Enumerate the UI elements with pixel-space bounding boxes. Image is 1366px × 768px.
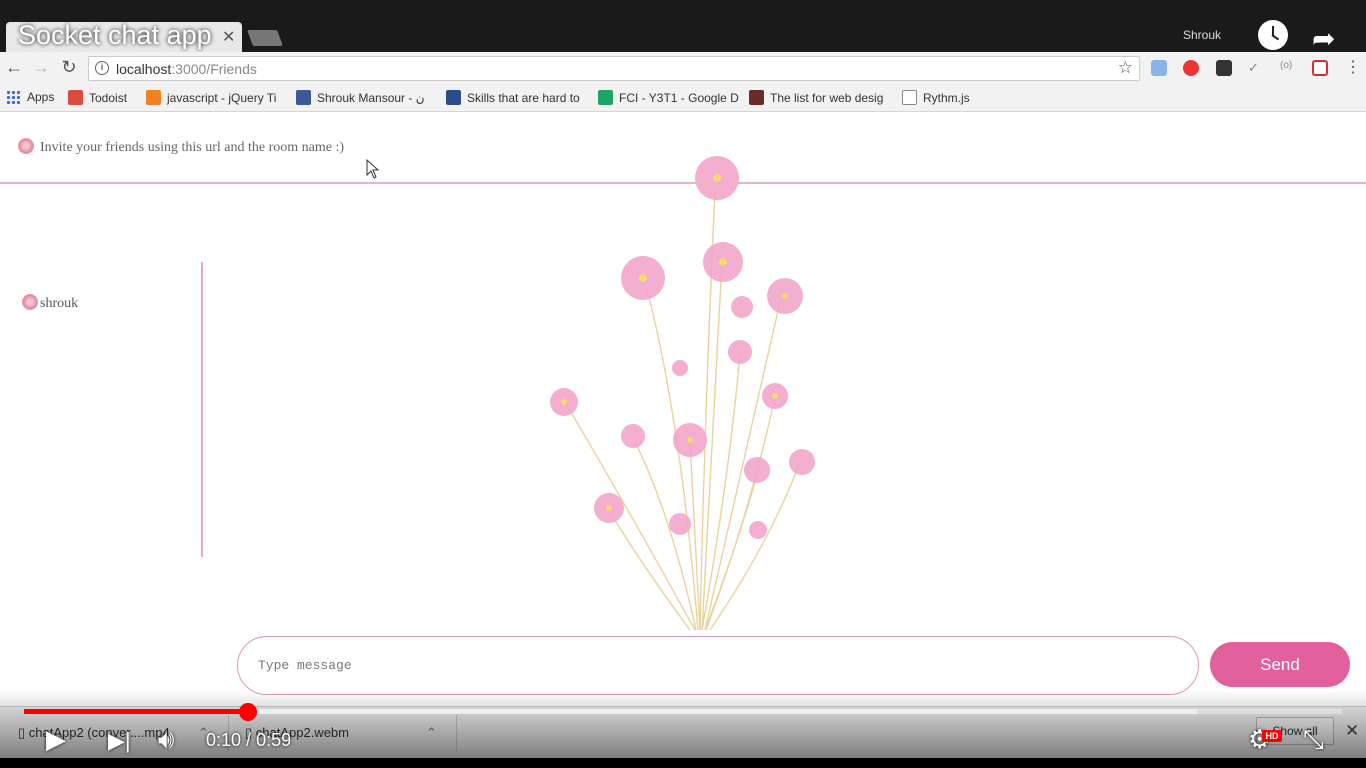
- todoist-icon: [68, 90, 83, 105]
- time-total: 0:59: [256, 730, 292, 750]
- bookmark-label: javascript - jQuery Ti: [167, 91, 277, 105]
- channel-name: Shrouk: [1183, 28, 1222, 42]
- bookmark-label: The list for web desig: [770, 91, 884, 105]
- browser-toolbar: ← → ↻ i localhost:3000/Friends ☆ ✓ (o) ⋮: [0, 52, 1366, 84]
- page-icon: [902, 90, 917, 105]
- watch-later-icon[interactable]: [1258, 20, 1288, 50]
- video-title[interactable]: Socket chat app: [18, 20, 212, 51]
- bookmark-apps[interactable]: Apps: [6, 90, 54, 104]
- flower-icon: [18, 138, 34, 154]
- share-icon[interactable]: ➦: [1312, 22, 1335, 55]
- bookmark-label: Skills that are hard to: [467, 91, 580, 105]
- sidebar-divider: [201, 262, 203, 557]
- bookmark-jquery[interactable]: javascript - jQuery Ti: [146, 90, 276, 105]
- close-icon[interactable]: ✕: [1345, 721, 1359, 741]
- extension-icon[interactable]: [1216, 60, 1232, 76]
- bookmarks-bar: Apps Todoist javascript - jQuery Ti Shro…: [0, 84, 1366, 112]
- file-icon: ▯: [18, 725, 29, 740]
- bi-icon: [446, 90, 461, 105]
- bookmark-label: Shrouk Mansour - ن: [317, 91, 425, 105]
- check-icon[interactable]: ✓: [1248, 60, 1264, 76]
- chat-page: Invite your friends using this url and t…: [0, 112, 1366, 706]
- list-icon: [749, 90, 764, 105]
- bookmark-label: Rythm.js: [923, 91, 970, 105]
- menu-icon[interactable]: ⋮: [1342, 57, 1364, 77]
- address-bar[interactable]: i localhost:3000/Friends ☆: [88, 56, 1140, 81]
- bookmark-skills[interactable]: Skills that are hard to: [446, 90, 580, 105]
- extension-icon[interactable]: [1151, 60, 1167, 76]
- progress-bar[interactable]: [24, 703, 1342, 721]
- separator: [456, 715, 457, 751]
- volume-icon[interactable]: 🔊︎: [158, 724, 174, 756]
- bookmark-rythm[interactable]: Rythm.js: [902, 90, 970, 105]
- send-button[interactable]: Send: [1210, 642, 1350, 687]
- bookmark-star-icon[interactable]: ☆: [1118, 58, 1133, 78]
- invite-text: Invite your friends using this url and t…: [40, 140, 345, 155]
- drive-icon: [598, 90, 613, 105]
- download-item[interactable]: ▯ chatApp2 (conver....mp4: [18, 725, 170, 741]
- next-icon[interactable]: ▶|: [108, 728, 131, 754]
- tab-close-icon[interactable]: ✕: [222, 27, 235, 47]
- back-icon[interactable]: ←: [3, 57, 25, 78]
- timecode: 0:10 / 0:59: [206, 730, 291, 751]
- url-host: localhost: [116, 61, 172, 77]
- mouse-cursor: [366, 159, 380, 179]
- new-tab-button[interactable]: [247, 30, 283, 46]
- bookmark-todoist[interactable]: Todoist: [68, 90, 127, 105]
- user-list-item[interactable]: shrouk: [22, 294, 78, 312]
- bookmark-facebook[interactable]: Shrouk Mansour - ن: [296, 90, 425, 105]
- tab-strip: ✕ Socket chat app Shrouk ➦: [0, 0, 1366, 55]
- info-icon[interactable]: i: [95, 61, 109, 75]
- flower-icon: [22, 294, 38, 310]
- time-current: 0:10: [206, 730, 242, 750]
- forward-icon[interactable]: →: [30, 57, 52, 78]
- scrubber-handle[interactable]: [239, 703, 258, 721]
- facebook-icon: [296, 90, 311, 105]
- bookmark-google-drive[interactable]: FCI - Y3T1 - Google D: [598, 90, 739, 105]
- bookmark-label: FCI - Y3T1 - Google D: [619, 91, 739, 105]
- apps-icon: [6, 90, 20, 104]
- bookmark-web-design[interactable]: The list for web desig: [749, 90, 883, 105]
- user-name: shrouk: [40, 296, 79, 311]
- screen: ✕ Socket chat app Shrouk ➦ ← → ↻ i local…: [0, 0, 1366, 768]
- extension-icon[interactable]: [1312, 60, 1328, 76]
- message-input[interactable]: [237, 636, 1199, 695]
- url-path: :3000/Friends: [171, 61, 257, 77]
- header-divider: [0, 182, 1366, 184]
- bookmark-label: Todoist: [89, 91, 128, 105]
- play-icon[interactable]: ▶: [46, 724, 66, 755]
- reload-icon[interactable]: ↻: [58, 57, 80, 78]
- played-bar: [24, 709, 249, 714]
- chevron-up-icon[interactable]: ⌃: [426, 725, 437, 741]
- bookmark-label: Apps: [27, 90, 55, 104]
- opera-icon[interactable]: [1183, 60, 1199, 76]
- extension-icon[interactable]: (o): [1280, 60, 1296, 76]
- flower-background: [550, 156, 815, 631]
- stackoverflow-icon: [146, 90, 161, 105]
- invite-message: Invite your friends using this url and t…: [18, 138, 344, 156]
- hd-badge: HD: [1262, 730, 1282, 742]
- url-text[interactable]: localhost:3000/Friends: [116, 61, 257, 77]
- time-separator: /: [241, 730, 257, 750]
- exit-fullscreen-icon[interactable]: ⤡: [1303, 724, 1324, 756]
